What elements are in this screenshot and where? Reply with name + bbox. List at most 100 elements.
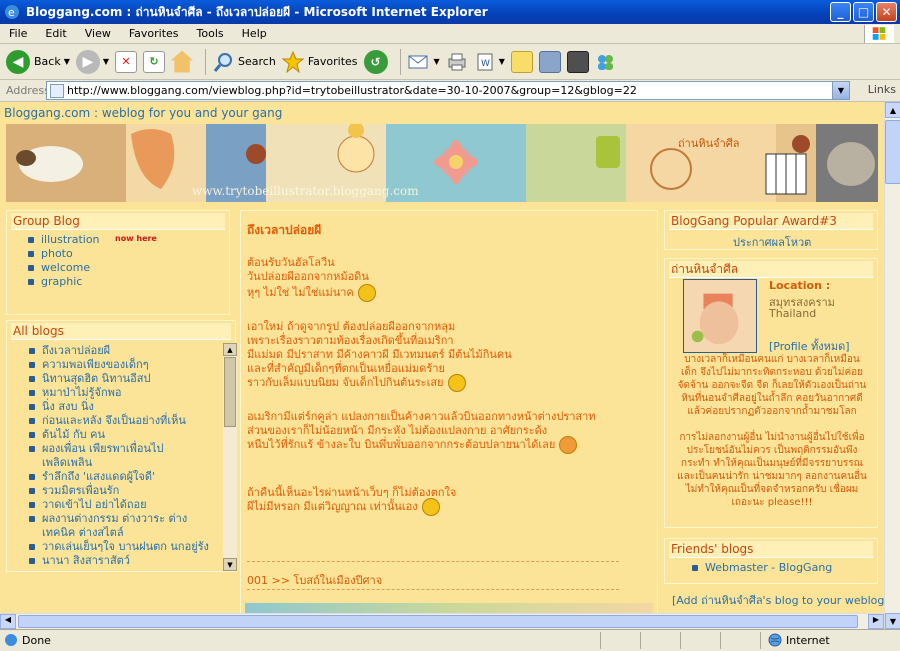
add-blog-link[interactable]: [Add ถ่านหินจำศีล's blog to your weblog] bbox=[672, 591, 884, 609]
messenger-button[interactable] bbox=[595, 47, 617, 77]
list-item[interactable]: ผองเพื่อน เพียรพาเพื่อนไปเพลิดเพลิน bbox=[12, 442, 198, 470]
favorites-button[interactable]: Favorites bbox=[281, 47, 358, 77]
mail-button[interactable]: ▼ bbox=[407, 47, 440, 77]
bio-line: ประโยชน์อันไม่ควร เป็นพฤติกรรมอันพึง bbox=[686, 445, 858, 456]
group-item-graphic[interactable]: graphic bbox=[27, 275, 82, 288]
status-divider bbox=[760, 632, 761, 649]
scroll-up-arrow-icon[interactable]: ▲ bbox=[223, 343, 237, 356]
research-button[interactable] bbox=[538, 47, 561, 77]
post-line-row: ผีไม่มีหรอก มีแต่วิญญาณ เท่านั้นเอง bbox=[247, 497, 440, 516]
status-divider bbox=[600, 632, 601, 649]
svg-text:e: e bbox=[8, 6, 15, 19]
group-item-welcome[interactable]: welcome bbox=[27, 261, 90, 274]
site-tagline[interactable]: Bloggang.com : weblog for you and your g… bbox=[4, 106, 282, 120]
windows-logo-icon bbox=[864, 25, 894, 43]
list-item[interactable]: นิ่ง สงบ นิ่ง bbox=[12, 400, 225, 414]
page-icon bbox=[50, 83, 64, 98]
horizontal-scroll-thumb[interactable] bbox=[18, 615, 858, 628]
profile-avatar[interactable] bbox=[683, 279, 757, 353]
list-item[interactable]: หมาป่าไม่รู้จักพอ bbox=[12, 386, 225, 400]
history-button[interactable]: ↺ bbox=[363, 47, 388, 77]
back-button[interactable]: ◀ Back ▼ bbox=[6, 47, 70, 77]
print-button[interactable] bbox=[446, 47, 468, 77]
location-label: Location : bbox=[769, 279, 831, 292]
svg-text:W: W bbox=[481, 59, 490, 69]
forward-button[interactable]: ▶ ▼ bbox=[75, 47, 109, 77]
group-blog-title: Group Blog bbox=[13, 214, 80, 228]
award-result-link[interactable]: ประกาศผลโหวต bbox=[733, 233, 811, 251]
scroll-right-arrow-icon[interactable]: ▶ bbox=[868, 614, 884, 629]
menu-file[interactable]: File bbox=[0, 27, 36, 40]
search-button[interactable]: Search bbox=[212, 47, 276, 77]
ie-logo-icon: e bbox=[5, 5, 19, 19]
edit-button[interactable]: W ▼ bbox=[474, 47, 505, 77]
list-item[interactable]: ถึงเวลาปล่อยผี bbox=[12, 344, 225, 358]
star-icon bbox=[281, 50, 304, 73]
bio-line: หินที่นอนจำศีลอยู่ในถ้ำลึก คอยวันอากาศดี bbox=[681, 393, 863, 404]
chevron-down-icon[interactable]: ▼ bbox=[832, 82, 849, 99]
all-blogs-scrollbar[interactable]: ▲ ▼ bbox=[223, 343, 237, 571]
search-icon bbox=[213, 52, 233, 72]
menu-edit[interactable]: Edit bbox=[36, 27, 75, 40]
all-blogs-title: All blogs bbox=[13, 324, 64, 338]
scroll-left-arrow-icon[interactable]: ◀ bbox=[0, 614, 16, 629]
now-here-badge: now here bbox=[115, 234, 157, 243]
menu-favorites[interactable]: Favorites bbox=[120, 27, 188, 40]
links-button[interactable]: Links bbox=[868, 83, 896, 96]
discuss-button[interactable] bbox=[510, 47, 533, 77]
word-document-icon: W bbox=[477, 53, 493, 70]
chevron-down-icon[interactable]: ▼ bbox=[434, 57, 440, 66]
list-item[interactable]: นิทานสุดฮิต นิทานอีสป bbox=[12, 372, 225, 386]
maximize-button[interactable]: □ bbox=[853, 2, 874, 22]
profile-box: ถ่านหินจำศีล Location : สมุทรสงคราม Thai… bbox=[664, 258, 878, 528]
group-item-photo[interactable]: photo bbox=[28, 247, 73, 260]
menu-help[interactable]: Help bbox=[233, 27, 276, 40]
horizontal-scrollbar[interactable]: ◀ ▶ bbox=[0, 613, 884, 629]
address-url[interactable]: http://www.bloggang.com/viewblog.php?id=… bbox=[67, 84, 637, 97]
stop-button[interactable]: ✕ bbox=[115, 47, 138, 77]
title-bar[interactable]: e Bloggang.com : ถ่านหินจำศีล - ถึงเวลาป… bbox=[0, 0, 900, 24]
list-item[interactable]: นานา สิงสาราสัตว์ bbox=[12, 554, 225, 568]
address-input[interactable]: http://www.bloggang.com/viewblog.php?id=… bbox=[46, 81, 850, 100]
status-divider bbox=[720, 632, 721, 649]
page-viewport[interactable]: Bloggang.com : weblog for you and your g… bbox=[0, 102, 884, 629]
scroll-down-arrow-icon[interactable]: ▼ bbox=[885, 613, 900, 629]
friend-link[interactable]: Webmaster - BlogGang bbox=[691, 561, 832, 574]
chevron-down-icon[interactable]: ▼ bbox=[103, 57, 109, 66]
refresh-button[interactable]: ↻ bbox=[143, 47, 166, 77]
group-item-illustration[interactable]: illustration bbox=[28, 233, 100, 246]
page-vertical-scrollbar[interactable]: ▲ ▼ bbox=[884, 102, 900, 629]
scroll-up-arrow-icon[interactable]: ▲ bbox=[885, 102, 900, 118]
minimize-button[interactable]: _ bbox=[830, 2, 851, 22]
close-button[interactable]: ✕ bbox=[876, 2, 897, 22]
friends-title: Friends' blogs bbox=[671, 542, 754, 556]
group-blog-header: Group Blog bbox=[11, 213, 225, 230]
scroll-down-arrow-icon[interactable]: ▼ bbox=[223, 558, 237, 571]
menu-tools[interactable]: Tools bbox=[188, 27, 233, 40]
banner-collage-image bbox=[6, 124, 878, 202]
list-item[interactable]: ต้นไม้ กับ คน bbox=[12, 428, 225, 442]
list-item[interactable]: ผลงานต่างกรรม ต่างวาระ ต่างเทคนิค ต่างสไ… bbox=[12, 512, 198, 540]
list-item[interactable]: ก่อนและหลัง จึงเป็นอย่างที่เห็น bbox=[12, 414, 225, 428]
bio-line: และเป็นคนน่ารัก น่าชมมากๆ ลอกงานคนอื่น bbox=[677, 471, 867, 482]
scroll-thumb[interactable] bbox=[224, 357, 236, 427]
post-line-row: ราวกับเล็มแบบนิยม จับเด็กไปกินต้นระเสย bbox=[247, 373, 466, 392]
award-header: BlogGang Popular Award#3 bbox=[669, 213, 873, 230]
chevron-down-icon[interactable]: ▼ bbox=[64, 57, 70, 66]
friends-header: Friends' blogs bbox=[669, 541, 873, 558]
list-item[interactable]: วาดเล่นเย็นๆใจ บานฝนตก นกอยู่รัง bbox=[12, 540, 225, 554]
home-button[interactable] bbox=[171, 47, 194, 77]
chevron-down-icon[interactable]: ▼ bbox=[499, 57, 505, 66]
menu-view[interactable]: View bbox=[76, 27, 120, 40]
window-title: Bloggang.com : ถ่านหินจำศีล - ถึงเวลาปล่… bbox=[26, 4, 488, 19]
list-item[interactable]: วาดเข้าไป อย่าได้ถอย bbox=[12, 498, 225, 512]
list-item[interactable]: รวมมิตรเพื่อนรัก bbox=[12, 484, 225, 498]
media-button[interactable] bbox=[566, 47, 589, 77]
list-item[interactable]: ความพอเพียงของเด็กๆ bbox=[12, 358, 225, 372]
location-country: Thailand bbox=[769, 307, 817, 320]
vertical-scroll-thumb[interactable] bbox=[885, 120, 900, 184]
smiling-emoticon-icon bbox=[421, 498, 440, 516]
all-blogs-list[interactable]: ถึงเวลาปล่อยผี ความพอเพียงของเด็กๆ นิทาน… bbox=[11, 343, 226, 571]
comment-link[interactable]: 001 >> โบสถ์ในเมืองปีศาจ bbox=[247, 571, 382, 589]
list-item[interactable]: รำลึกถึง 'แสงแดดผู้ใจดี' bbox=[12, 470, 225, 484]
